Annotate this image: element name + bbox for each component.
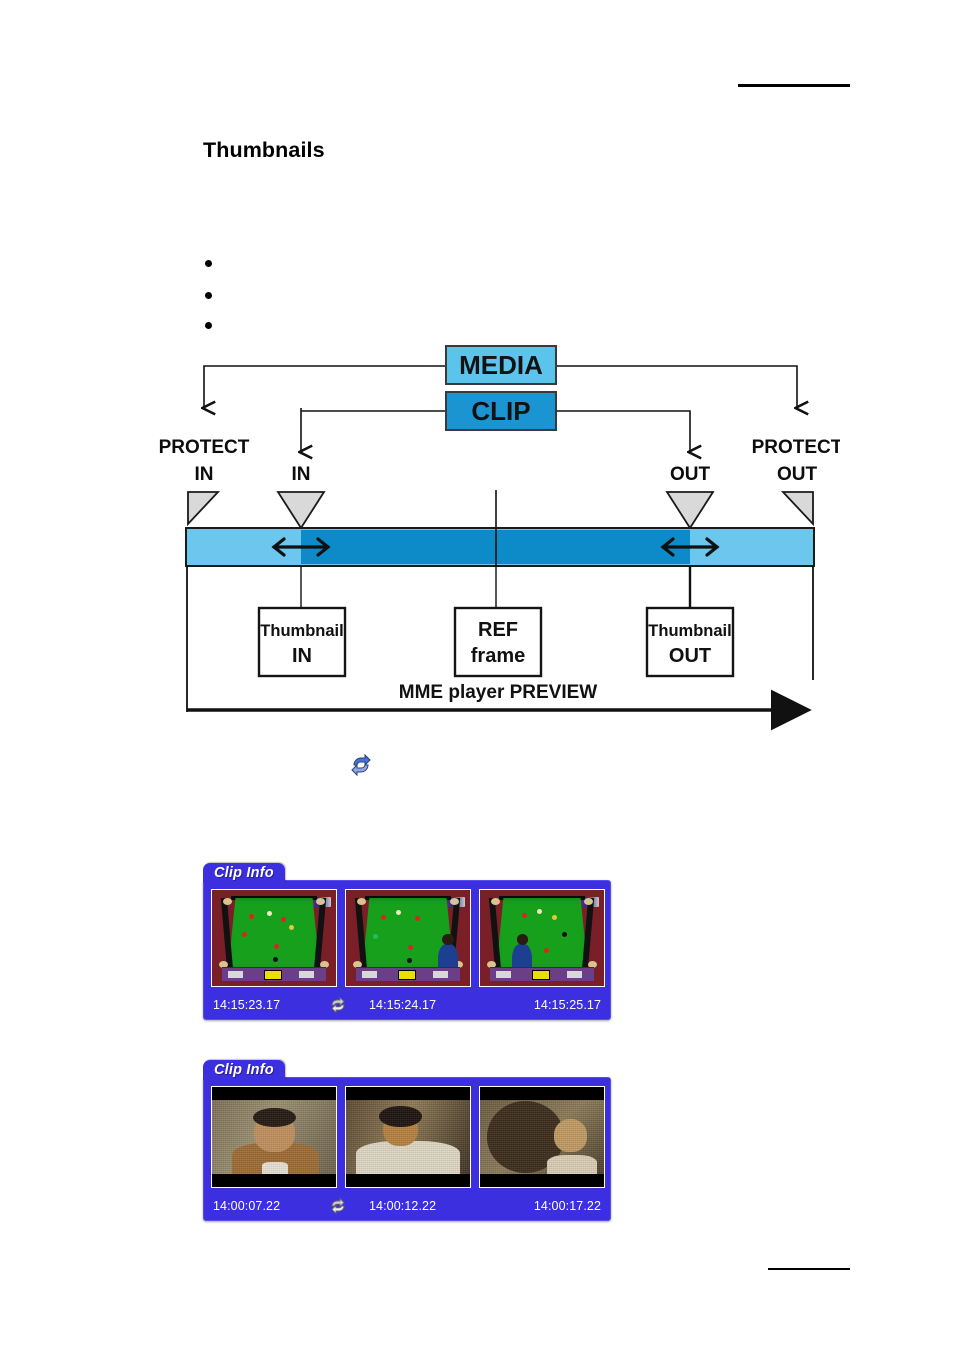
svg-text:PROTECT: PROTECT bbox=[159, 437, 250, 458]
media-clip-timeline-diagram: MEDIA CLIP PROTECT IN IN OUT PROTECT OUT bbox=[150, 340, 840, 740]
thumbnail-row bbox=[211, 1086, 605, 1188]
svg-text:Thumbnail: Thumbnail bbox=[648, 622, 731, 640]
svg-text:MEDIA: MEDIA bbox=[459, 350, 543, 380]
thumbnail-image[interactable] bbox=[345, 889, 471, 987]
timecode-ref: 14:00:12.22 bbox=[369, 1199, 437, 1213]
refresh-loop-icon bbox=[348, 752, 374, 778]
clip-info-tab-label: Clip Info bbox=[214, 1062, 274, 1078]
preview-label: MME player PREVIEW bbox=[399, 682, 598, 703]
loop-icon[interactable] bbox=[328, 1197, 348, 1215]
timecode-row: 14:15:23.17 14:15:24.17 14:15:25.17 bbox=[204, 996, 610, 1014]
callout-ref-frame: REF frame bbox=[453, 606, 543, 678]
clip-info-tab[interactable]: Clip Info bbox=[203, 1060, 285, 1080]
timecode-out: 14:15:25.17 bbox=[533, 998, 601, 1012]
svg-text:CLIP: CLIP bbox=[471, 396, 530, 426]
svg-text:OUT: OUT bbox=[670, 464, 711, 485]
bullet-point-2 bbox=[205, 292, 212, 299]
svg-text:PROTECT: PROTECT bbox=[752, 437, 840, 458]
timecode-in: 14:00:07.22 bbox=[213, 1199, 281, 1213]
bullet-point-1 bbox=[205, 260, 212, 267]
clip-box: CLIP bbox=[445, 391, 557, 431]
clip-info-tab[interactable]: Clip Info bbox=[203, 863, 285, 883]
callout-thumbnail-out: Thumbnail OUT bbox=[645, 606, 735, 678]
svg-text:IN: IN bbox=[292, 645, 312, 667]
svg-text:IN: IN bbox=[292, 464, 311, 485]
document-page: Thumbnails MEDIA CLIP PROTECT IN IN OUT … bbox=[0, 0, 954, 1350]
svg-text:frame: frame bbox=[471, 645, 525, 667]
bullet-point-3 bbox=[205, 322, 212, 329]
clip-info-panel[interactable]: Clip Info bbox=[203, 1060, 611, 1221]
thumbnail-row bbox=[211, 889, 605, 987]
timecode-row: 14:00:07.22 14:00:12.22 14:00:17.22 bbox=[204, 1197, 610, 1215]
thumbnail-image[interactable] bbox=[211, 1086, 337, 1188]
svg-text:OUT: OUT bbox=[669, 645, 711, 667]
thumbnail-image[interactable] bbox=[345, 1086, 471, 1188]
thumbnail-image[interactable] bbox=[479, 889, 605, 987]
clip-info-panel[interactable]: Clip Info bbox=[203, 863, 611, 1020]
clip-info-tab-label: Clip Info bbox=[214, 865, 274, 881]
timecode-in: 14:15:23.17 bbox=[213, 998, 281, 1012]
svg-text:IN: IN bbox=[195, 464, 214, 485]
thumbnail-image[interactable] bbox=[211, 889, 337, 987]
timecode-ref: 14:15:24.17 bbox=[369, 998, 437, 1012]
loop-icon[interactable] bbox=[328, 996, 348, 1014]
thumbnail-image[interactable] bbox=[479, 1086, 605, 1188]
media-box: MEDIA bbox=[445, 345, 557, 385]
page-title: Thumbnails bbox=[203, 138, 325, 162]
svg-text:Thumbnail: Thumbnail bbox=[260, 622, 343, 640]
svg-text:OUT: OUT bbox=[777, 464, 818, 485]
footer-rule bbox=[768, 1268, 850, 1270]
header-rule bbox=[738, 84, 850, 87]
svg-text:REF: REF bbox=[478, 619, 518, 641]
callout-thumbnail-in: Thumbnail IN bbox=[257, 606, 347, 678]
timecode-out: 14:00:17.22 bbox=[533, 1199, 601, 1213]
